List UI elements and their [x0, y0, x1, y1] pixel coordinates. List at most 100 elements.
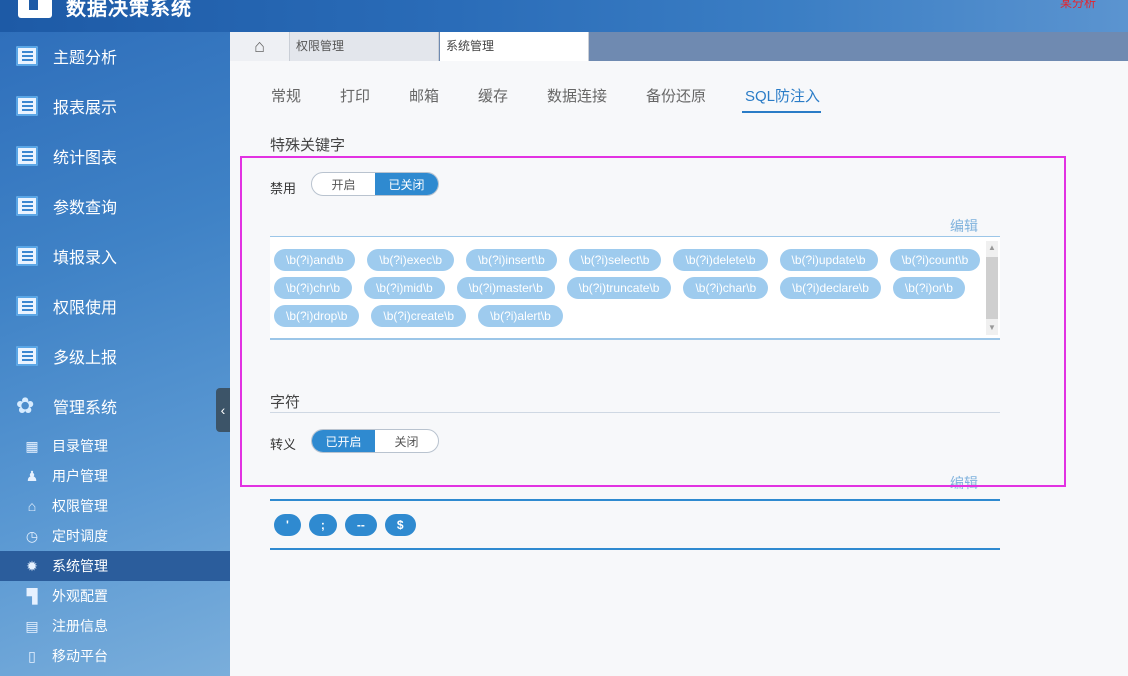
keyword-chip[interactable]: \b(?i)declare\b — [780, 277, 881, 299]
keyword-chip[interactable]: \b(?i)alert\b — [478, 305, 563, 327]
keyword-chip[interactable]: \b(?i)select\b — [568, 249, 662, 271]
user-link[interactable]: 某分析 — [1060, 0, 1096, 11]
settings-icon: ✹ — [26, 557, 38, 574]
gear-icon — [16, 393, 38, 419]
sidebar-item-label: 参数查询 — [53, 200, 118, 217]
section-divider — [270, 412, 1000, 413]
mobile-icon: ▯ — [28, 647, 36, 664]
subtab-backup-restore[interactable]: 备份还原 — [646, 85, 706, 106]
sidebar-subitem-label: 定时调度 — [52, 528, 108, 544]
keyword-chip[interactable]: \b(?i)mid\b — [364, 277, 445, 299]
sidebar-subitem-label: 外观配置 — [52, 588, 108, 604]
report-icon — [16, 346, 38, 366]
sidebar-subitem-permissions[interactable]: ⌂ 权限管理 — [0, 491, 230, 521]
paint-roller-icon: ▜ — [26, 587, 38, 604]
toggle-disabled-option[interactable]: 关闭 — [375, 430, 438, 452]
keyword-chip[interactable]: \b(?i)update\b — [779, 249, 878, 271]
subtab-print[interactable]: 打印 — [340, 85, 370, 106]
keyword-chip[interactable]: \b(?i)char\b — [683, 277, 769, 299]
sidebar-subitem-registration[interactable]: ▤ 注册信息 — [0, 611, 230, 641]
sidebar-item-parameter-query[interactable]: 参数查询 — [0, 186, 230, 226]
keyword-chip[interactable]: \b(?i)exec\b — [367, 249, 455, 271]
app-title: 数据决策系统 — [66, 0, 192, 20]
sidebar-subitem-directory[interactable]: ▦ 目录管理 — [0, 431, 230, 461]
scroll-down-icon[interactable]: ▼ — [986, 323, 998, 333]
sidebar-item-label: 管理系统 — [53, 400, 118, 417]
subtab-sql-injection[interactable]: SQL防注入 — [745, 85, 820, 106]
edit-keywords-link[interactable]: 编辑 — [950, 216, 978, 236]
report-icon — [16, 96, 38, 116]
sidebar-subitem-mobile[interactable]: ▯ 移动平台 — [0, 641, 230, 671]
keyword-chip[interactable]: \b(?i)chr\b — [274, 277, 353, 299]
keyword-chip[interactable]: \b(?i)and\b — [274, 249, 356, 271]
keyword-chip[interactable]: \b(?i)or\b — [892, 277, 965, 299]
char-chip[interactable]: -- — [344, 514, 377, 536]
chars-section-title: 字符 — [270, 394, 301, 411]
tab-permission-management[interactable]: 权限管理 — [290, 32, 439, 61]
sidebar-subitem-label: 注册信息 — [52, 618, 108, 634]
clock-icon: ◷ — [25, 527, 39, 544]
home-icon: ⌂ — [254, 36, 265, 56]
tab-system-management[interactable]: 系统管理 — [440, 32, 589, 61]
app-logo — [18, 0, 52, 18]
toggle-closed-option[interactable]: 已关闭 — [375, 173, 438, 195]
disable-label: 禁用 — [270, 181, 297, 196]
report-icon — [16, 46, 38, 66]
keyword-chip[interactable]: \b(?i)master\b — [456, 277, 555, 299]
register-icon: ▤ — [25, 617, 39, 634]
chars-list: '; -- $ — [270, 499, 1000, 550]
sidebar-item-management-system[interactable]: 管理系统 — [0, 386, 230, 426]
report-icon — [16, 196, 38, 216]
sidebar: 主题分析 报表展示 统计图表 参数查询 填报录入 权限使用 多级上报 管理系统 … — [0, 32, 230, 676]
main-content: 常规 打印 邮箱 缓存 数据连接 备份还原 SQL防注入 — [230, 61, 1128, 676]
subtab-data-connection[interactable]: 数据连接 — [547, 85, 607, 106]
char-chip[interactable]: ; — [308, 514, 337, 536]
keyword-chip[interactable]: \b(?i)count\b — [889, 249, 981, 271]
sidebar-collapse-button[interactable]: ‹ — [216, 388, 230, 432]
edit-chars-link[interactable]: 编辑 — [950, 473, 978, 493]
sidebar-item-theme-analysis[interactable]: 主题分析 — [0, 36, 230, 76]
keywords-list: \b(?i)and\b \b(?i)exec\b \b(?i)insert\b \b(… — [270, 236, 1000, 340]
sidebar-subitem-label: 目录管理 — [52, 438, 108, 454]
scrollbar-thumb[interactable] — [986, 257, 998, 319]
top-bar: 数据决策系统 某分析 — [0, 0, 1128, 32]
chevron-left-icon: ‹ — [220, 402, 226, 418]
keyword-chip[interactable]: \b(?i)truncate\b — [566, 277, 672, 299]
sidebar-subitem-appearance[interactable]: ▜ 外观配置 — [0, 581, 230, 611]
toggle-enabled-option[interactable]: 已开启 — [312, 430, 375, 452]
sidebar-item-permission-use[interactable]: 权限使用 — [0, 286, 230, 326]
sidebar-subitem-label: 移动平台 — [52, 648, 108, 664]
sidebar-item-report-display[interactable]: 报表展示 — [0, 86, 230, 126]
home-tab[interactable]: ⌂ — [230, 32, 290, 61]
sidebar-subitem-label: 系统管理 — [52, 558, 108, 574]
keyword-chip[interactable]: \b(?i)delete\b — [673, 249, 768, 271]
sidebar-subitem-system-management[interactable]: ✹ 系统管理 — [0, 551, 230, 581]
keyword-chip[interactable]: \b(?i)insert\b — [466, 249, 557, 271]
char-chips: '; -- $ — [274, 514, 416, 536]
sidebar-subitem-scheduler[interactable]: ◷ 定时调度 — [0, 521, 230, 551]
keywords-scrollbar[interactable]: ▲ ▼ — [986, 241, 998, 335]
report-icon — [16, 296, 38, 316]
char-chip[interactable]: $ — [384, 514, 416, 536]
section-divider — [270, 156, 1000, 157]
scroll-up-icon[interactable]: ▲ — [986, 243, 998, 253]
char-chip[interactable]: ' — [274, 514, 301, 536]
subtab-mail[interactable]: 邮箱 — [409, 85, 439, 106]
keyword-chip[interactable]: \b(?i)create\b — [371, 305, 467, 327]
sidebar-item-data-entry[interactable]: 填报录入 — [0, 236, 230, 276]
subtab-general[interactable]: 常规 — [271, 85, 301, 106]
keyword-chip[interactable]: \b(?i)drop\b — [274, 305, 360, 327]
sidebar-item-label: 主题分析 — [53, 50, 118, 67]
escape-label: 转义 — [270, 437, 297, 452]
sidebar-item-multilevel-report[interactable]: 多级上报 — [0, 336, 230, 376]
toggle-open-option[interactable]: 开启 — [312, 173, 375, 195]
sidebar-item-statistics-charts[interactable]: 统计图表 — [0, 136, 230, 176]
subtab-cache[interactable]: 缓存 — [478, 85, 508, 106]
sidebar-subitem-users[interactable]: ♟ 用户管理 — [0, 461, 230, 491]
sidebar-subitem-label: 权限管理 — [52, 498, 108, 514]
escape-toggle[interactable]: 已开启 关闭 — [311, 429, 439, 453]
keywords-section-title: 特殊关键字 — [270, 137, 346, 154]
sidebar-item-label: 报表展示 — [53, 100, 118, 117]
disable-toggle[interactable]: 开启 已关闭 — [311, 172, 439, 196]
sidebar-item-label: 统计图表 — [53, 150, 118, 167]
